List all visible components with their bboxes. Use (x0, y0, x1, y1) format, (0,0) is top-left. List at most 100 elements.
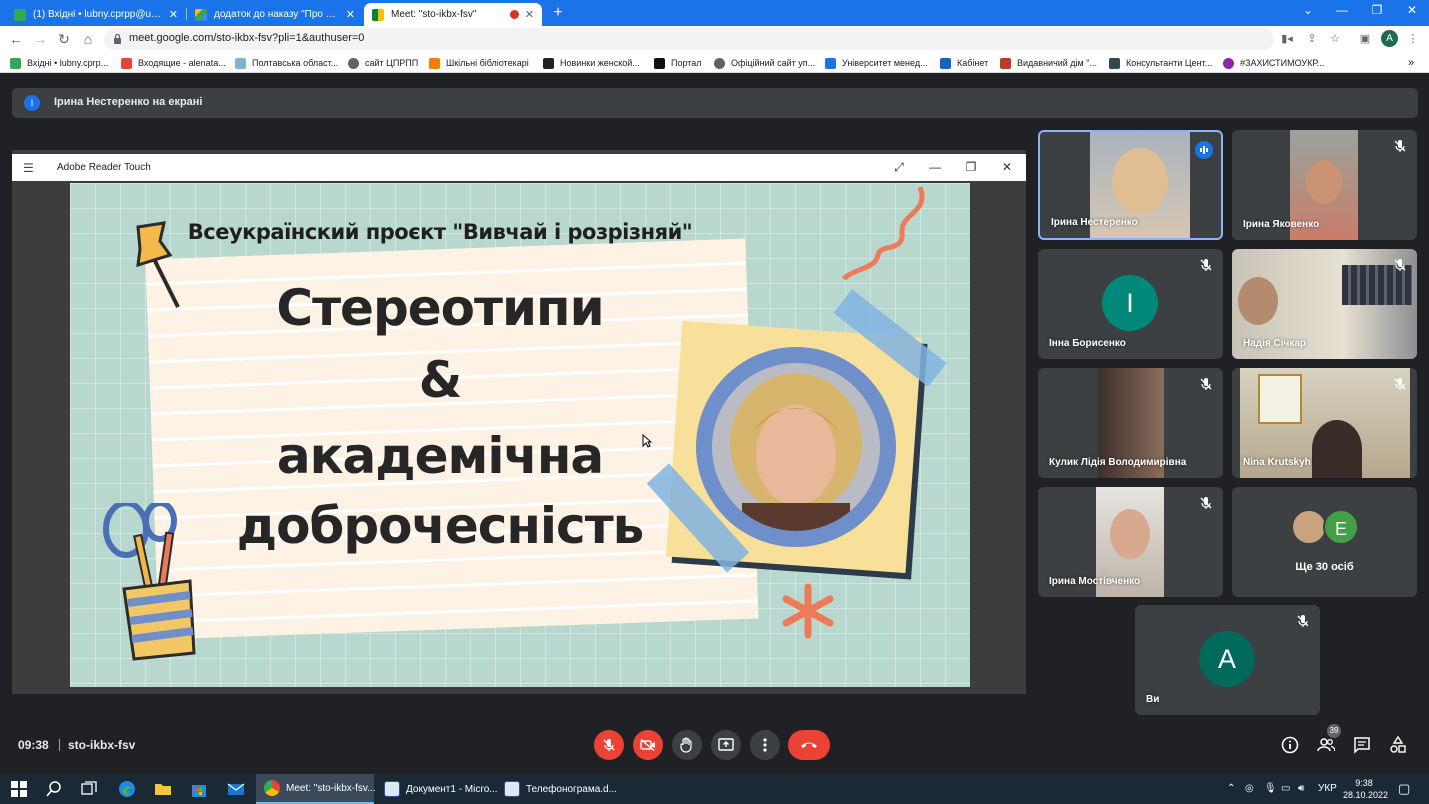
close-window-icon[interactable]: ✕ (1402, 3, 1422, 17)
bookmark-item[interactable]: Шкільні бібліотекарі (429, 56, 529, 70)
participant-tile[interactable]: I Інна Борисенко (1038, 249, 1223, 359)
present-icon (718, 738, 734, 751)
microphone-icon[interactable]: 🎙︎ (1264, 783, 1277, 794)
minimize-icon[interactable]: — (1332, 3, 1352, 17)
bookmark-item[interactable]: сайт ЦПРПП (348, 56, 418, 70)
restore-icon: ❐ (965, 160, 977, 174)
edge-icon[interactable] (118, 780, 136, 798)
chat-icon[interactable] (1353, 736, 1371, 754)
task-view-icon[interactable] (80, 780, 98, 798)
badge-icon (1223, 57, 1234, 69)
close-icon[interactable]: ✕ (525, 8, 534, 21)
self-tile[interactable]: A Ви (1135, 605, 1320, 715)
bookmark-item[interactable]: Видавничий дім "... (1000, 56, 1097, 70)
ukrnet-icon (10, 57, 21, 69)
muted-mic-icon (1297, 615, 1309, 627)
minimize-icon: — (929, 160, 941, 174)
meeting-details-icon[interactable] (1281, 736, 1299, 754)
profile-avatar[interactable]: A (1381, 30, 1398, 47)
bookmark-item[interactable]: Університет менед... (825, 56, 928, 70)
presenter-avatar: I (24, 95, 40, 111)
close-icon[interactable]: ✕ (169, 8, 178, 21)
store-icon[interactable] (190, 780, 208, 798)
more-participants-tile[interactable]: E Ще 30 осіб (1232, 487, 1417, 597)
bookmark-item[interactable]: Кабінет (940, 56, 988, 70)
participant-tile[interactable]: Ірина Мостівченко (1038, 487, 1223, 597)
present-screen-button[interactable] (711, 730, 741, 760)
taskbar-clock[interactable]: 9:38 28.10.2022 (1343, 777, 1388, 801)
bookmark-item[interactable]: Консультанти Цент... (1109, 56, 1212, 70)
leave-call-button[interactable] (788, 730, 830, 760)
hamburger-menu-icon: ☰ (23, 161, 34, 175)
share-icon[interactable]: ⇪ (1305, 32, 1319, 46)
volume-icon[interactable]: 🔊︎ (1298, 783, 1304, 794)
bookmark-item[interactable]: Вхідні • lubny.cprp... (10, 56, 108, 70)
meeting-clock: 09:38 (18, 738, 49, 752)
bookmark-item[interactable]: #ЗАХИСТИМОУКР... (1223, 56, 1324, 70)
bookmark-star-icon[interactable]: ☆ (1328, 32, 1342, 46)
taskbar-app-word-2[interactable]: Телефонограма.d... (496, 774, 617, 804)
bookmark-label: Полтавська област... (252, 58, 339, 68)
tab-search-icon[interactable]: ⌄ (1298, 3, 1318, 17)
address-bar-row: ← → ↻ ⌂ meet.google.com/sto-ikbx-fsv?pli… (0, 26, 1429, 52)
shared-screen[interactable]: ☰ Adobe Reader Touch ⤢ — ❐ ✕ Всеукраїнск… (12, 150, 1026, 694)
restore-icon[interactable]: ❐ (1367, 3, 1387, 17)
people-icon[interactable] (1317, 736, 1335, 754)
participant-thumb-avatar (1291, 509, 1327, 545)
toggle-mic-button[interactable] (594, 730, 624, 760)
more-options-button[interactable] (750, 730, 780, 760)
muted-mic-icon (1200, 497, 1212, 509)
reload-icon[interactable]: ↻ (55, 30, 73, 48)
bookmark-item[interactable]: Портал (654, 56, 702, 70)
participant-face (1306, 160, 1342, 204)
close-icon[interactable]: ✕ (346, 8, 355, 21)
mail-icon[interactable] (227, 780, 245, 798)
meeting-code: sto-ikbx-fsv (68, 738, 136, 752)
location-icon[interactable]: ◎ (1245, 783, 1254, 794)
taskbar-app-word[interactable]: Документ1 - Micro... (376, 774, 498, 804)
publisher-icon (1000, 57, 1011, 69)
notifications-icon[interactable]: ▢ (1398, 781, 1410, 797)
more-people-label: Ще 30 осіб (1295, 561, 1354, 573)
bookmark-item[interactable]: Офіційний сайт уп... (714, 56, 815, 70)
bookmark-item[interactable]: Входящие - alenata... (121, 56, 226, 70)
activities-icon[interactable] (1389, 736, 1407, 754)
home-icon[interactable]: ⌂ (79, 30, 97, 48)
file-explorer-icon[interactable] (154, 780, 172, 798)
more-bookmarks-button[interactable]: » (1408, 56, 1414, 70)
windows-start-icon[interactable] (10, 780, 28, 798)
mouse-cursor-icon (642, 434, 652, 448)
participant-tile[interactable]: Кулик Лідія Володимирівна (1038, 368, 1223, 478)
participant-tile[interactable]: Ірина Нестеренко (1038, 130, 1223, 240)
participant-tile[interactable]: Nina Krutskyh (1232, 368, 1417, 478)
tab-meet[interactable]: Meet: "sto-ikbx-fsv" ✕ (364, 3, 542, 26)
side-panel-icon[interactable]: ▣ (1358, 32, 1372, 46)
tab-ukrnet-inbox[interactable]: (1) Вхідні • lubny.cprpp@ukr.net ✕ (6, 3, 186, 26)
bookmark-label: сайт ЦПРПП (365, 58, 419, 68)
muted-mic-icon (1394, 378, 1406, 390)
bookmark-label: Портал (671, 58, 702, 68)
camera-in-use-icon[interactable]: ▮◂ (1280, 32, 1294, 46)
portrait-image (712, 363, 880, 531)
participant-tile[interactable]: Надія Січкар (1232, 249, 1417, 359)
raise-hand-button[interactable] (672, 730, 702, 760)
search-icon[interactable] (45, 780, 63, 798)
participant-tile[interactable]: Ірина Яковенко (1232, 130, 1417, 240)
language-indicator[interactable]: УКР (1318, 783, 1337, 794)
tab-drive-doc[interactable]: додаток до наказу "Про перере ✕ (187, 3, 363, 26)
taskbar-app-chrome[interactable]: Meet: "sto-ikbx-fsv... (256, 774, 376, 804)
new-tab-button[interactable]: + (549, 3, 567, 23)
omnibox[interactable]: meet.google.com/sto-ikbx-fsv?pli=1&authu… (104, 28, 1274, 50)
participant-face (1112, 148, 1168, 214)
show-hidden-icons-icon[interactable]: ⌃ (1227, 783, 1235, 794)
forward-icon[interactable]: → (31, 30, 49, 48)
menu-kebab-icon[interactable]: ⋮ (1406, 32, 1420, 46)
back-icon[interactable]: ← (7, 30, 25, 48)
bookmark-item[interactable]: Полтавська област... (235, 56, 338, 70)
toggle-camera-button[interactable] (633, 730, 663, 760)
network-icon[interactable]: ▭ (1281, 783, 1290, 794)
asterisk-icon (782, 583, 834, 639)
bookmark-label: Офіційний сайт уп... (731, 58, 816, 68)
self-avatar: A (1199, 631, 1255, 687)
bookmark-item[interactable]: Новинки женской... (543, 56, 640, 70)
